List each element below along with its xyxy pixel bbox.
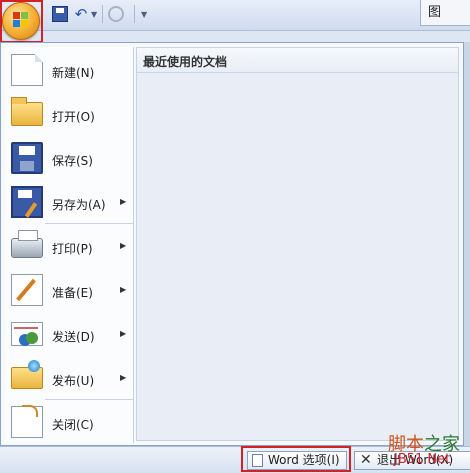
word-options-highlight [241,446,351,472]
menu-item-save-as[interactable]: 另存为(A) ▶ [5,181,133,225]
submenu-arrow-icon: ▶ [120,373,127,382]
menu-item-label: 发送(D) [52,330,95,344]
menu-item-label: 发布(U) [52,374,95,388]
redo-icon[interactable] [108,6,124,22]
save-icon [11,142,43,174]
office-menu-commands: 新建(N) 打开(O) 保存(S) 另存为(A) ▶ 打印(P) ▶ 准备(E)… [5,47,134,443]
prepare-icon [11,274,43,306]
menu-item-label: 保存(S) [52,154,93,168]
submenu-arrow-icon: ▶ [120,329,127,338]
menu-item-save[interactable]: 保存(S) [5,137,133,181]
menu-item-prepare[interactable]: 准备(E) ▶ [5,269,133,313]
recent-documents-pane: 最近使用的文档 [136,47,459,441]
office-button[interactable] [2,2,40,40]
menu-item-label: 关闭(C) [52,418,94,432]
submenu-arrow-icon: ▶ [120,285,127,294]
menu-item-label: 另存为(A) [52,198,106,212]
menu-item-close[interactable]: 关闭(C) [5,401,133,445]
recent-documents-title: 最近使用的文档 [143,55,228,69]
recent-documents-header: 最近使用的文档 [137,48,458,73]
save-as-icon [11,186,43,218]
watermark-url: JB51.Net [394,452,451,467]
menu-item-open[interactable]: 打开(O) [5,93,133,137]
menu-item-print[interactable]: 打印(P) ▶ [5,225,133,269]
new-document-icon [11,54,43,86]
menu-item-send[interactable]: 发送(D) ▶ [5,313,133,357]
submenu-arrow-icon: ▶ [120,241,127,250]
undo-icon[interactable]: ↶ [73,6,89,22]
menu-item-publish[interactable]: 发布(U) ▶ [5,357,133,401]
undo-dropdown-icon[interactable]: ▼ [91,10,97,19]
printer-icon [11,230,43,258]
send-icon [11,322,43,346]
quick-access-toolbar: ↶ ▼ ▼ 图 [0,0,470,31]
window-edge [464,42,470,446]
toolbar-divider [102,5,103,23]
menu-item-label: 打印(P) [52,242,93,256]
publish-icon [11,360,43,389]
customize-toolbar-icon[interactable]: ▼ [141,10,147,19]
exit-icon: ✕ [360,452,372,468]
submenu-arrow-icon: ▶ [120,197,127,206]
close-document-icon [11,405,43,438]
office-logo-icon [13,12,29,28]
menu-item-label: 新建(N) [52,66,95,80]
menu-divider [45,223,133,224]
title-tab: 图 [420,0,470,26]
menu-item-new[interactable]: 新建(N) [5,49,133,93]
menu-divider [45,399,133,400]
office-menu: 新建(N) 打开(O) 保存(S) 另存为(A) ▶ 打印(P) ▶ 准备(E)… [0,42,464,446]
toolbar-divider [134,5,135,23]
save-icon[interactable] [52,6,68,22]
open-folder-icon [11,97,43,126]
menu-item-label: 打开(O) [52,110,95,124]
menu-item-label: 准备(E) [52,286,93,300]
